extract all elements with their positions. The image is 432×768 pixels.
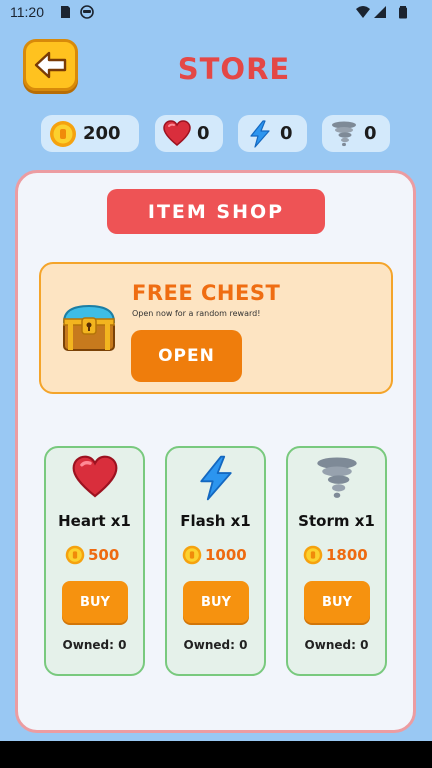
- sd-card-icon: [61, 6, 70, 18]
- price-value: 500: [88, 546, 120, 564]
- treasure-chest-icon: [62, 304, 116, 351]
- item-name-storm: Storm x1: [298, 512, 375, 530]
- coin-icon: [65, 545, 85, 565]
- buy-storm-button[interactable]: BUY: [304, 581, 370, 623]
- currency-coins: 200: [41, 115, 139, 152]
- item-shop-banner: ITEM SHOP: [107, 189, 325, 234]
- battery-icon: [399, 6, 407, 19]
- buy-heart-button[interactable]: BUY: [62, 581, 128, 623]
- price-value: 1000: [205, 546, 247, 564]
- wifi-icon: [356, 6, 370, 18]
- currency-heart: 0: [155, 115, 223, 152]
- price-value: 1800: [326, 546, 368, 564]
- page-title: STORE: [177, 52, 291, 86]
- face-icon: [80, 5, 94, 19]
- lightning-icon: [250, 119, 270, 148]
- tornado-icon: [332, 121, 356, 146]
- status-time: 11:20: [10, 4, 44, 20]
- signal-icon: [374, 6, 386, 18]
- owned-heart: Owned: 0: [62, 638, 127, 652]
- price-heart: 500: [65, 545, 119, 565]
- heart-icon: [72, 455, 118, 498]
- item-name-heart: Heart x1: [58, 512, 131, 530]
- item-name-flash: Flash x1: [180, 512, 251, 530]
- lightning-icon: [200, 455, 232, 501]
- heart-icon: [163, 119, 191, 146]
- coin-icon: [50, 120, 76, 147]
- tornado-icon: [317, 457, 357, 498]
- flash-count: 0: [280, 123, 293, 144]
- price-storm: 1800: [303, 545, 368, 565]
- currency-storm: 0: [322, 115, 390, 152]
- free-chest-title: FREE CHEST: [132, 281, 281, 305]
- heart-count: 0: [197, 123, 210, 144]
- coin-icon: [182, 545, 202, 565]
- owned-storm: Owned: 0: [304, 638, 369, 652]
- status-bar: 11:20: [0, 0, 432, 26]
- storm-count: 0: [364, 123, 377, 144]
- price-flash: 1000: [182, 545, 247, 565]
- coins-count: 200: [83, 123, 121, 144]
- free-chest-subtitle: Open now for a random reward!: [132, 309, 261, 318]
- buy-flash-button[interactable]: BUY: [183, 581, 249, 623]
- currency-flash: 0: [238, 115, 307, 152]
- owned-flash: Owned: 0: [183, 638, 248, 652]
- open-chest-button[interactable]: OPEN: [131, 330, 242, 382]
- navigation-bar: [0, 741, 432, 768]
- coin-icon: [303, 545, 323, 565]
